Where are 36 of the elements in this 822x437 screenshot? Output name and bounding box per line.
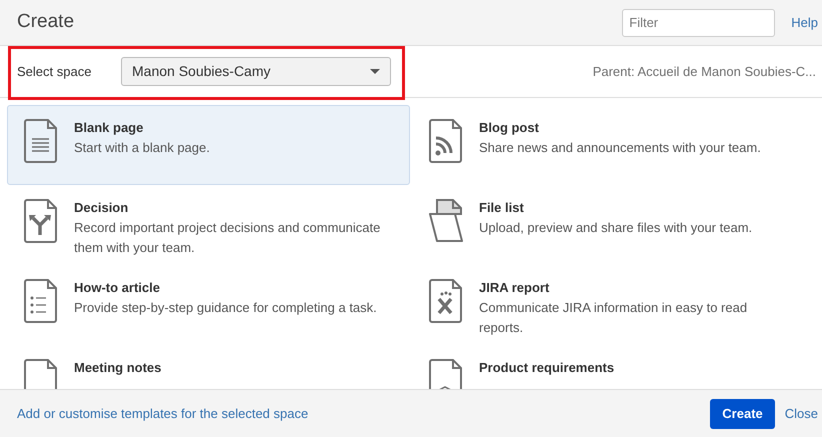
template-item[interactable]: Product requirements bbox=[412, 345, 815, 389]
template-item[interactable]: Meeting notes bbox=[7, 345, 410, 389]
template-title: Meeting notes bbox=[74, 359, 162, 377]
customise-templates-link[interactable]: Add or customise templates for the selected space bbox=[17, 404, 308, 424]
template-item[interactable]: Blank page Start with a blank page. bbox=[7, 105, 410, 185]
template-title: Blank page bbox=[74, 119, 144, 137]
dialog-title: Create bbox=[17, 10, 74, 34]
help-link[interactable]: Help bbox=[791, 12, 818, 32]
folder-icon bbox=[429, 199, 463, 243]
template-title: JIRA report bbox=[479, 279, 550, 297]
fork-arrow-document-icon bbox=[24, 199, 58, 243]
space-dropdown[interactable]: Manon Soubies-Camy bbox=[121, 57, 391, 86]
template-description: Communicate JIRA information in easy to read reports. bbox=[479, 299, 748, 337]
template-title: File list bbox=[479, 199, 525, 217]
rss-document-icon bbox=[429, 119, 463, 163]
caret-icon bbox=[370, 69, 380, 74]
template-title: Decision bbox=[74, 199, 130, 217]
template-description: Record important project decisions and communicate them with your team. bbox=[74, 219, 382, 257]
template-description: Provide step-by-step guidance for completing a task. bbox=[74, 299, 378, 317]
parent-page-text: Parent: Accueil de Manon Soubies-C... bbox=[592, 62, 816, 81]
template-item[interactable]: How-to article Provide step-by-step guidance for completing a task. bbox=[7, 265, 410, 345]
template-description: Share news and announcements with your team. bbox=[479, 139, 762, 157]
template-title: How-to article bbox=[74, 279, 161, 297]
template-title: Blog post bbox=[479, 119, 540, 137]
template-description: Start with a blank page. bbox=[74, 139, 211, 157]
template-description: Upload, preview and share files with your team. bbox=[479, 219, 754, 237]
template-item[interactable]: File list Upload, preview and share files with your team. bbox=[412, 185, 815, 265]
close-link[interactable]: Close bbox=[784, 404, 818, 424]
document-lines-icon bbox=[24, 119, 58, 163]
filter-field[interactable]: Filter bbox=[622, 8, 776, 36]
template-item[interactable]: Decision Record important project decisions and communicate them with your team. bbox=[7, 185, 410, 265]
select-space-label: Select space bbox=[17, 62, 92, 81]
template-title: Product requirements bbox=[479, 359, 614, 377]
template-item[interactable]: JIRA report Communicate JIRA information in easy to read reports. bbox=[412, 265, 815, 345]
create-button[interactable]: Create bbox=[710, 398, 775, 428]
template-item[interactable]: Blog post Share news and announcements with your team. bbox=[412, 105, 815, 185]
